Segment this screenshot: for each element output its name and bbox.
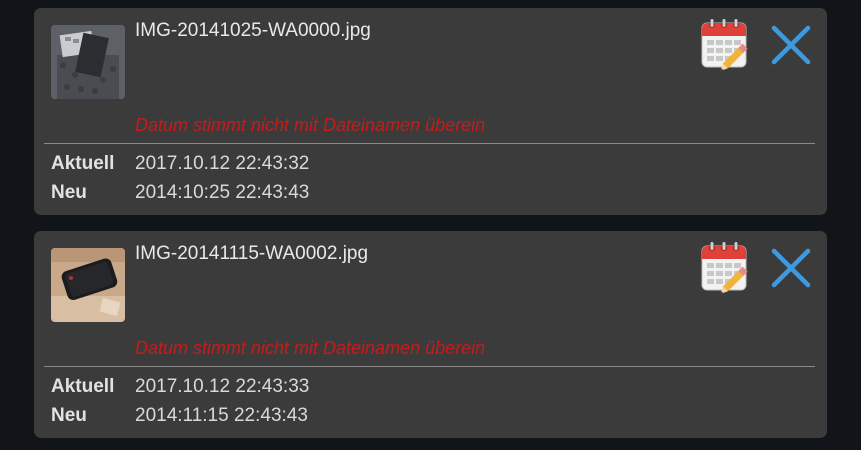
calendar-edit-icon [701, 19, 748, 71]
current-date-row: Aktuell 2017.10.12 22:43:33 [51, 376, 309, 398]
new-date-label: Neu [51, 182, 87, 203]
divider [44, 366, 815, 367]
calendar-edit-button[interactable] [699, 240, 753, 294]
remove-button[interactable] [768, 245, 814, 291]
current-date-value: 2017.10.12 22:43:32 [135, 153, 310, 174]
thumbnail-image[interactable] [51, 25, 125, 99]
current-date-value: 2017.10.12 22:43:33 [135, 376, 310, 397]
new-date-value: 2014:11:15 22:43:43 [135, 405, 308, 426]
file-name: IMG-20141025-WA0000.jpg [135, 20, 371, 41]
new-date-row: Neu 2014:11:15 22:43:43 [51, 405, 308, 427]
current-date-row: Aktuell 2017.10.12 22:43:32 [51, 153, 309, 175]
file-card: IMG-20141025-WA0000.jpg Datum stimmt nic… [34, 8, 827, 215]
new-date-value: 2014:10:25 22:43:43 [135, 182, 310, 203]
calendar-edit-button[interactable] [699, 17, 753, 71]
close-icon [771, 248, 811, 288]
divider [44, 143, 815, 144]
new-date-row: Neu 2014:10:25 22:43:43 [51, 182, 309, 204]
current-date-label: Aktuell [51, 153, 115, 174]
calendar-edit-icon [701, 242, 748, 294]
file-name: IMG-20141115-WA0002.jpg [135, 243, 369, 264]
close-icon [771, 25, 811, 65]
thumbnail-image[interactable] [51, 248, 125, 322]
remove-button[interactable] [768, 22, 814, 68]
date-mismatch-warning: Datum stimmt nicht mit Dateinamen überei… [135, 115, 486, 135]
new-date-label: Neu [51, 405, 87, 426]
file-card: IMG-20141115-WA0002.jpg Datum stimmt nic… [34, 231, 827, 438]
current-date-label: Aktuell [51, 376, 115, 397]
date-mismatch-warning: Datum stimmt nicht mit Dateinamen überei… [135, 338, 486, 358]
